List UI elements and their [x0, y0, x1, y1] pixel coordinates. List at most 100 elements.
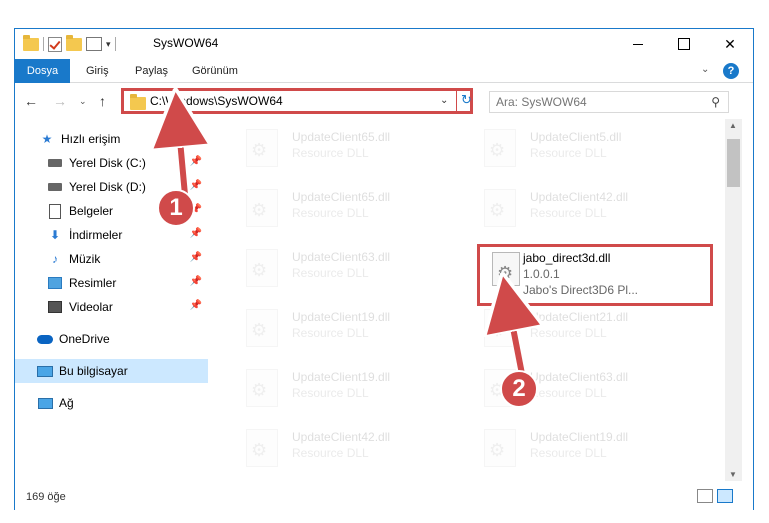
forward-button[interactable]: → [53, 93, 67, 109]
tab-home[interactable]: Giriş [86, 59, 109, 83]
sidebar-item-videos[interactable]: Videolar 📌 [15, 295, 208, 319]
sidebar-item-label: Hızlı erişim [61, 132, 121, 146]
file-item[interactable]: UpdateClient5.dll Resource DLL [466, 121, 694, 179]
disk-icon [47, 155, 63, 171]
sidebar-item-music[interactable]: ♪ Müzik 📌 [15, 247, 208, 271]
maximize-button[interactable] [661, 29, 707, 59]
customize-view-icon[interactable] [86, 37, 102, 51]
help-icon[interactable]: ? [723, 63, 739, 79]
file-name: UpdateClient21.dll [530, 310, 629, 324]
scroll-down-icon[interactable]: ▼ [729, 470, 737, 479]
pin-icon[interactable]: 📌 [190, 276, 202, 287]
item-count: 169 öğe [26, 491, 66, 503]
file-name: UpdateClient19.dll [292, 310, 391, 324]
dll-file-icon [246, 429, 278, 467]
sidebar-item-quick-access[interactable]: ★ Hızlı erişim [15, 127, 208, 151]
videos-icon [47, 299, 63, 315]
step-2-badge: 2 [500, 370, 538, 408]
address-dropdown-icon[interactable]: ⌄ [440, 95, 448, 106]
tab-share[interactable]: Paylaş [135, 59, 168, 83]
ribbon-tabs: Dosya Giriş Paylaş Görünüm ⌄ ? [15, 59, 753, 83]
sidebar-item-network[interactable]: Ağ [15, 391, 208, 415]
sidebar-item-local-disk-c[interactable]: Yerel Disk (C:) 📌 [15, 151, 208, 175]
file-item[interactable]: UpdateClient65.dll Resource DLL [228, 181, 456, 239]
sidebar-item-label: Bu bilgisayar [59, 364, 128, 378]
file-item[interactable]: UpdateClient19.dll Resource DLL [466, 421, 694, 479]
file-item[interactable]: UpdateClient42.dll Resource DLL [228, 421, 456, 479]
pin-icon[interactable]: 📌 [190, 252, 202, 263]
address-path[interactable]: C:\Windows\SysWOW64 [150, 94, 283, 108]
file-type: Resource DLL [292, 206, 369, 220]
file-item[interactable]: UpdateClient19.dll Resource DLL [228, 361, 456, 419]
qat-dropdown-icon[interactable]: ▾ [106, 39, 111, 50]
file-name: UpdateClient65.dll [292, 130, 391, 144]
pin-icon[interactable]: 📌 [190, 156, 202, 167]
file-name: UpdateClient63.dll [292, 250, 391, 264]
file-type: Resource DLL [530, 386, 607, 400]
file-type: Resource DLL [292, 146, 369, 160]
sidebar-item-label: Belgeler [69, 204, 114, 218]
pin-icon[interactable]: 📌 [190, 228, 202, 239]
dll-file-icon [484, 129, 516, 167]
document-icon [47, 203, 63, 219]
file-item-jabo-direct3d[interactable]: jabo_direct3d.dll 1.0.0.1 Jabo's Direct3… [477, 244, 713, 306]
expand-ribbon-icon[interactable]: ⌄ [701, 64, 709, 75]
music-icon: ♪ [52, 252, 58, 266]
back-button[interactable]: ← [24, 93, 38, 109]
dll-file-icon [484, 309, 516, 347]
pin-icon[interactable]: 📌 [190, 300, 202, 311]
details-view-icon[interactable] [697, 489, 713, 503]
cloud-icon [37, 331, 53, 347]
sidebar-item-pictures[interactable]: Resimler 📌 [15, 271, 208, 295]
download-icon: ⬇ [49, 228, 61, 242]
dll-file-icon [492, 252, 520, 286]
navigation-pane: ★ Hızlı erişim Yerel Disk (C:) 📌 Yerel D… [15, 119, 208, 479]
file-type: Resource DLL [530, 146, 607, 160]
file-item[interactable]: UpdateClient42.dll Resource DLL [466, 181, 694, 239]
file-item[interactable]: UpdateClient21.dll Resource DLL [466, 301, 694, 359]
folder-icon [23, 34, 39, 51]
new-folder-icon[interactable] [66, 34, 82, 51]
pin-icon[interactable]: 📌 [190, 180, 202, 191]
dll-file-icon [246, 189, 278, 227]
file-item[interactable]: UpdateClient63.dll Resource DLL [228, 241, 456, 299]
dll-file-icon [484, 189, 516, 227]
file-name: UpdateClient5.dll [530, 130, 622, 144]
search-box[interactable]: ⚲ [489, 91, 729, 113]
file-type: Resource DLL [530, 206, 607, 220]
star-icon: ★ [41, 132, 53, 146]
sidebar-item-onedrive[interactable]: OneDrive [15, 327, 208, 351]
computer-icon [37, 363, 53, 379]
file-name: UpdateClient19.dll [292, 370, 391, 384]
toolbar-divider [43, 37, 44, 51]
tab-file[interactable]: Dosya [15, 59, 70, 83]
file-item[interactable]: UpdateClient19.dll Resource DLL [228, 301, 456, 359]
sidebar-item-this-pc[interactable]: Bu bilgisayar [15, 359, 208, 383]
scroll-thumb[interactable] [727, 139, 740, 187]
navigation-bar: ← → ⌄ ↑ C:\Windows\SysWOW64 ⌄ ↻ ⚲ [15, 84, 753, 118]
file-name: UpdateClient42.dll [530, 190, 629, 204]
search-input[interactable] [496, 94, 696, 110]
sidebar-item-label: Müzik [69, 252, 101, 266]
file-item[interactable]: UpdateClient65.dll Resource DLL [228, 121, 456, 179]
address-bar[interactable]: C:\Windows\SysWOW64 ⌄ ↻ [121, 88, 473, 114]
file-type: Resource DLL [530, 326, 607, 340]
sidebar-item-label: Videolar [69, 300, 113, 314]
close-button[interactable]: ✕ [707, 29, 753, 59]
file-description: Jabo's Direct3D6 Pl... [523, 283, 639, 297]
title-bar: ▾ SysWOW64 ✕ [15, 29, 753, 59]
dll-file-icon [484, 429, 516, 467]
minimize-button[interactable] [615, 29, 661, 59]
vertical-scrollbar[interactable]: ▲ ▼ [725, 119, 742, 481]
large-icons-view-icon[interactable] [717, 489, 733, 503]
up-button[interactable]: ↑ [99, 93, 106, 109]
network-icon [37, 395, 53, 411]
file-type: Resource DLL [292, 326, 369, 340]
recent-locations-button[interactable]: ⌄ [79, 96, 87, 107]
refresh-button[interactable]: ↻ [456, 88, 476, 114]
search-icon[interactable]: ⚲ [711, 95, 720, 109]
sidebar-item-label: OneDrive [59, 332, 110, 346]
scroll-up-icon[interactable]: ▲ [729, 121, 737, 130]
properties-check-icon[interactable] [48, 36, 62, 52]
tab-view[interactable]: Görünüm [192, 59, 238, 83]
